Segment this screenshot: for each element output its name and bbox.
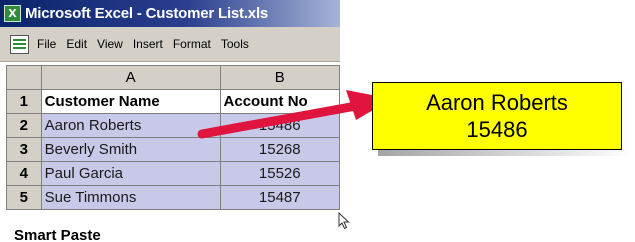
- menu-insert[interactable]: Insert: [133, 37, 163, 51]
- column-header-b[interactable]: B: [219, 65, 340, 90]
- menu-file[interactable]: File: [37, 37, 56, 51]
- cell-b5[interactable]: 15487: [219, 185, 340, 210]
- menu-edit[interactable]: Edit: [66, 37, 87, 51]
- menu-tools[interactable]: Tools: [221, 37, 249, 51]
- feature-caption: Smart Paste: [14, 227, 101, 242]
- row-header[interactable]: 4: [6, 161, 42, 186]
- select-all-corner[interactable]: [6, 65, 42, 90]
- table-row: 5 Sue Timmons 15487: [6, 185, 340, 210]
- window-title: Microsoft Excel - Customer List.xls: [25, 5, 269, 22]
- cell-a1[interactable]: Customer Name: [40, 89, 221, 114]
- paste-preview-callout: Aaron Roberts 15486: [372, 82, 622, 150]
- cell-b4[interactable]: 15526: [219, 161, 340, 186]
- table-row: 4 Paul Garcia 15526: [6, 161, 340, 186]
- callout-name: Aaron Roberts: [426, 90, 568, 115]
- workbook-doc-icon[interactable]: [10, 34, 29, 54]
- red-arrow-icon: [197, 90, 392, 139]
- row-header[interactable]: 1: [6, 89, 42, 114]
- row-header[interactable]: 2: [6, 113, 42, 138]
- title-bar: X Microsoft Excel - Customer List.xls: [0, 0, 340, 27]
- row-header[interactable]: 5: [6, 185, 42, 210]
- excel-app-icon[interactable]: X: [4, 5, 21, 22]
- menu-bar: File Edit View Insert Format Tools: [0, 27, 340, 62]
- column-header-row: A B: [6, 65, 340, 90]
- row-header[interactable]: 3: [6, 137, 42, 162]
- menu-view[interactable]: View: [97, 37, 123, 51]
- callout-account: 15486: [466, 117, 528, 142]
- column-header-a[interactable]: A: [40, 65, 221, 90]
- mouse-pointer-icon: [338, 212, 350, 230]
- cell-a2[interactable]: Aaron Roberts: [40, 113, 221, 138]
- cell-a4[interactable]: Paul Garcia: [40, 161, 221, 186]
- cell-a5[interactable]: Sue Timmons: [40, 185, 221, 210]
- menu-format[interactable]: Format: [173, 37, 211, 51]
- cell-a3[interactable]: Beverly Smith: [40, 137, 221, 162]
